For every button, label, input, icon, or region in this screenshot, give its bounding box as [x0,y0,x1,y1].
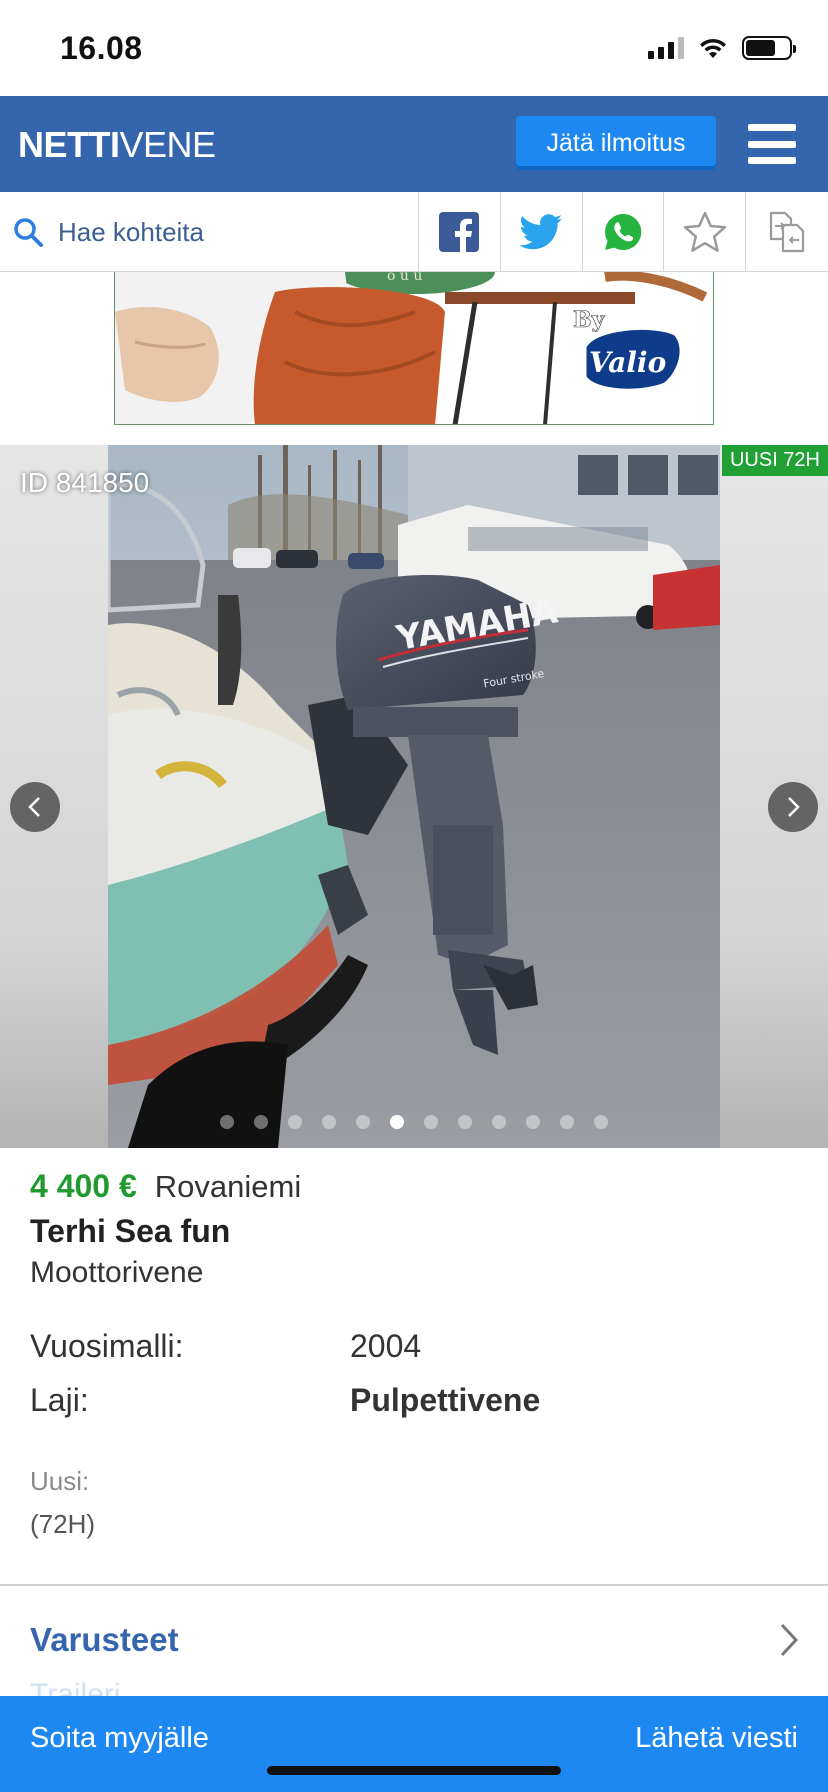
search-icon [14,218,43,247]
gallery-dot[interactable] [288,1115,302,1129]
gallery-pagination[interactable] [220,1115,608,1129]
image-gallery[interactable]: YAMAHA Four stroke ID 841850 UUSI 72H [0,445,828,1148]
top-navigation: NETTIVENE Jätä ilmoitus [0,96,828,192]
wifi-icon [700,38,726,58]
favorite-button[interactable] [664,192,747,272]
gallery-dot[interactable] [492,1115,506,1129]
twitter-icon [519,214,563,250]
gallery-dot[interactable] [322,1115,336,1129]
status-icons [648,36,796,60]
equipment-section-header[interactable]: Varusteet [30,1618,800,1662]
status-time: 16.08 [60,30,143,66]
bottom-action-bar: Soita myyjälle Lähetä viesti [0,1696,828,1792]
svg-text:o u u: o u u [387,272,422,284]
spec-row-year: Vuosimalli: 2004 [30,1328,810,1365]
gallery-dot[interactable] [424,1115,438,1129]
share-whatsapp-button[interactable] [583,192,665,272]
new-badge: UUSI 72H [721,445,828,476]
next-image-button[interactable] [768,782,818,832]
gallery-dot[interactable] [560,1115,574,1129]
search-share-toolbar: Hae kohteita [0,192,828,272]
compare-icon [769,211,805,253]
nettivene-logo[interactable]: NETTIVENE [18,124,216,166]
search-field[interactable]: Hae kohteita [0,192,419,272]
ad-by-text: By [573,307,606,333]
call-seller-button[interactable]: Soita myyjälle [30,1722,209,1755]
condition-block: Uusi: (72H) [30,1466,95,1540]
spec-label: Vuosimalli: [30,1328,184,1364]
ad-illustration: o u u By Valio [115,272,713,424]
gallery-dot[interactable] [526,1115,540,1129]
listing-category: Moottorivene [30,1256,204,1289]
chevron-right-icon [788,797,800,817]
cellular-signal-icon [648,37,684,59]
whatsapp-icon [604,213,642,250]
star-icon [683,211,727,252]
hamburger-menu-icon[interactable] [748,124,796,164]
compare-button[interactable] [746,192,828,272]
post-ad-button[interactable]: Jätä ilmoitus [516,116,716,170]
home-indicator[interactable] [267,1766,561,1775]
condition-label: Uusi: [30,1466,90,1496]
facebook-icon [439,212,480,252]
gallery-dot[interactable] [390,1115,404,1129]
previous-image-button[interactable] [10,782,60,832]
gallery-dot[interactable] [254,1115,268,1129]
search-placeholder: Hae kohteita [58,216,204,247]
chevron-right-icon [780,1623,799,1657]
condition-value: (72H) [30,1509,96,1539]
gallery-dot[interactable] [220,1115,234,1129]
chevron-left-icon [28,797,40,817]
gallery-dot[interactable] [458,1115,472,1129]
gallery-dot[interactable] [594,1115,608,1129]
price: 4 400 € [30,1168,137,1204]
spec-row-type: Laji: Pulpettivene [30,1382,810,1419]
equipment-label: Varusteet [30,1621,179,1658]
spec-value: Pulpettivene [350,1382,541,1418]
ad-brand: Valio [589,346,666,379]
send-message-button[interactable]: Lähetä viesti [635,1722,798,1755]
section-divider [0,1584,828,1586]
location: Rovaniemi [154,1169,302,1204]
battery-icon [742,36,796,60]
listing-header: 4 400 € Rovaniemi Terhi Sea fun Moottori… [30,1168,810,1290]
share-facebook-button[interactable] [419,192,501,272]
gallery-dot[interactable] [356,1115,370,1129]
listing-id: ID 841850 [20,467,150,498]
spec-label: Laji: [30,1382,89,1418]
boat-photo: YAMAHA Four stroke [108,445,720,1148]
status-bar: 16.08 [0,0,828,96]
listing-title: Terhi Sea fun [30,1213,231,1249]
advertisement-banner[interactable]: o u u By Valio [114,272,714,425]
share-twitter-button[interactable] [501,192,583,272]
spec-value: 2004 [350,1328,422,1364]
